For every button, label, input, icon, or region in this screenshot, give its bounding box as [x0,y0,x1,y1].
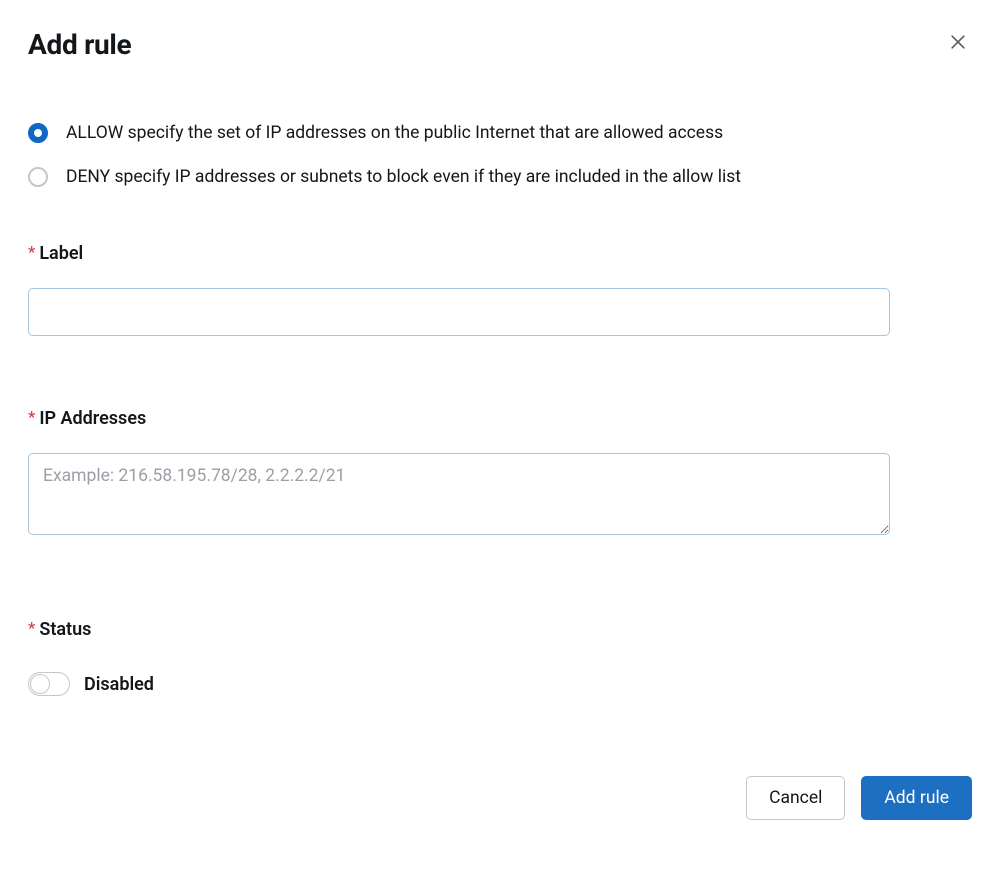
status-field-header: * Status [28,619,972,640]
ip-field-header: * IP Addresses [28,408,972,429]
radio-option-allow[interactable]: ALLOW specify the set of IP addresses on… [28,123,972,143]
label-field-title: Label [39,243,83,264]
radio-option-deny[interactable]: DENY specify IP addresses or subnets to … [28,167,972,187]
close-icon [948,32,968,55]
radio-icon [28,167,48,187]
close-button[interactable] [944,28,972,59]
toggle-knob-icon [30,674,50,694]
add-rule-button[interactable]: Add rule [861,776,972,820]
status-toggle[interactable] [28,672,70,696]
ip-field-title: IP Addresses [39,408,146,429]
label-field-block: * Label [28,243,972,336]
ip-field-block: * IP Addresses [28,408,972,539]
status-toggle-row: Disabled [28,672,972,696]
radio-label-deny: DENY specify IP addresses or subnets to … [66,167,741,187]
required-marker: * [28,410,35,427]
label-input[interactable] [28,288,890,336]
required-marker: * [28,245,35,262]
label-field-header: * Label [28,243,972,264]
radio-label-allow: ALLOW specify the set of IP addresses on… [66,123,723,143]
status-field-block: * Status Disabled [28,619,972,696]
dialog-header: Add rule [28,28,972,61]
status-toggle-label: Disabled [84,674,154,695]
radio-icon [28,123,48,143]
dialog-footer-actions: Cancel Add rule [28,776,972,820]
ip-addresses-input[interactable] [28,453,890,535]
cancel-button[interactable]: Cancel [746,776,845,820]
required-marker: * [28,621,35,638]
status-field-title: Status [39,619,91,640]
rule-type-radio-group: ALLOW specify the set of IP addresses on… [28,123,972,187]
dialog-title: Add rule [28,28,131,61]
